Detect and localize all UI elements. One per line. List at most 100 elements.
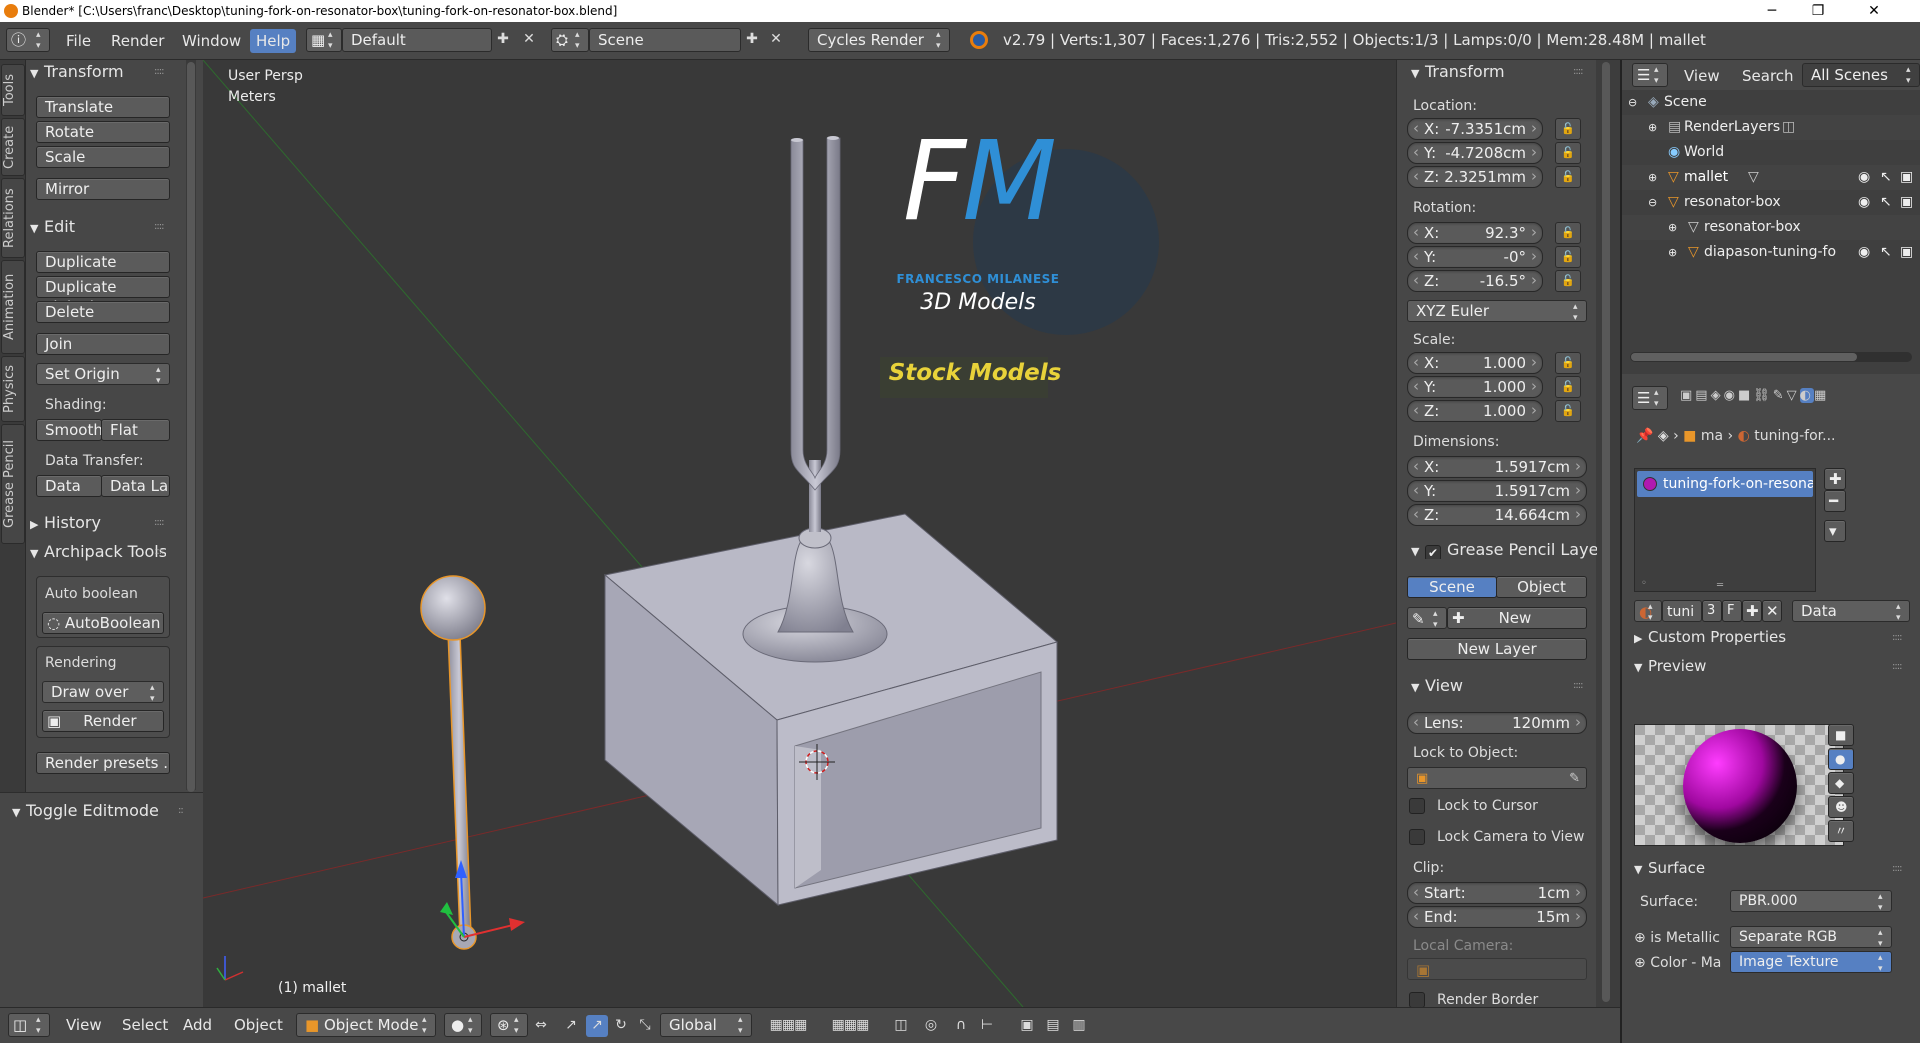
material-slot-specials-button[interactable]: ▾ [1824, 520, 1846, 542]
flat-shading-button[interactable]: Flat [101, 419, 170, 441]
visibility-eye-icon[interactable]: ◉ [1858, 165, 1870, 190]
gizmo-y-arrow[interactable] [440, 902, 453, 915]
outliner-search-menu[interactable]: Search [1736, 63, 1800, 89]
custom-properties-header[interactable]: ▶ Custom Properties [1634, 628, 1786, 646]
scene-field[interactable]: Scene [589, 28, 741, 52]
outliner-row-resonator-box[interactable]: ⊖ ▽ resonator-box ◉ ↖ ▣ [1622, 190, 1920, 215]
add-layout-icon[interactable]: ✚ [492, 29, 514, 51]
color-input-dropdown[interactable]: Image Texture [1730, 951, 1892, 975]
menu-view[interactable]: View [60, 1012, 108, 1038]
material-link-dropdown[interactable]: Data [1792, 600, 1910, 624]
gizmo-x-arrow[interactable] [509, 918, 525, 931]
render-border-checkbox[interactable] [1409, 992, 1425, 1008]
lens-field[interactable]: Lens:120mm [1407, 712, 1587, 734]
selectable-arrow-icon[interactable]: ↖ [1880, 240, 1892, 265]
tab-grease-pencil[interactable]: Grease Pencil [1, 424, 25, 544]
pivot-point-dropdown[interactable]: ⊛ [490, 1013, 528, 1037]
local-camera-field[interactable]: ▣ [1407, 958, 1587, 980]
render-presets-button[interactable]: Render presets ... [36, 752, 170, 774]
snap-icon[interactable]: ∩ [950, 1015, 972, 1037]
outliner-row-mallet[interactable]: ⊕ ▽ mallet ▽ ◉ ↖ ▣ [1622, 165, 1920, 190]
scale-z-field[interactable]: Z:1.000 [1407, 400, 1543, 422]
dimensions-x-field[interactable]: X:1.5917cm [1407, 456, 1587, 478]
clapper-icon[interactable]: ▥ [1068, 1015, 1090, 1037]
remove-layout-icon[interactable]: ✕ [518, 29, 540, 51]
rotation-x-field[interactable]: X:92.3° [1407, 222, 1543, 244]
menu-file[interactable]: File [60, 28, 97, 54]
lock-rotation-x-icon[interactable]: 🔓 [1555, 222, 1581, 244]
editor-type-3d-button[interactable]: ◫ [8, 1013, 50, 1037]
dimensions-z-field[interactable]: Z:14.664cm [1407, 504, 1587, 526]
expand-icon[interactable]: ⊕ [1668, 240, 1677, 265]
preview-header[interactable]: ▼ Preview [1634, 657, 1706, 675]
gp-new-button[interactable]: ✚ New [1447, 607, 1587, 629]
proportional-edit-icon[interactable]: ◎ [920, 1015, 942, 1037]
pin-icon[interactable]: 📌 [1636, 428, 1653, 444]
fork-prongs[interactable] [790, 137, 841, 491]
data-transfer-button[interactable]: Data [36, 475, 102, 497]
remove-scene-icon[interactable]: ✕ [765, 29, 787, 51]
panel-grip-icon[interactable]: :::: [1892, 661, 1903, 672]
surface-shader-dropdown[interactable]: PBR.000 [1730, 890, 1892, 914]
lock-scale-z-icon[interactable]: 🔓 [1555, 400, 1581, 422]
tab-relations[interactable]: Relations [1, 178, 25, 258]
fake-user-button[interactable]: F [1722, 600, 1742, 622]
list-grip-icon[interactable]: ═ [1717, 580, 1723, 591]
panel-grip-icon[interactable]: :::: [1892, 632, 1903, 643]
render-camera-icon[interactable]: ▣ [1900, 190, 1913, 215]
collapse-icon[interactable]: ⊖ [1628, 90, 1637, 115]
outliner-display-mode-dropdown[interactable]: All Scenes [1802, 63, 1920, 87]
material-browse-button[interactable]: ◐ [1634, 600, 1662, 624]
grease-pencil-layer-checkbox[interactable]: ✔ [1425, 545, 1441, 559]
panel-grip-icon[interactable]: :::: [1573, 680, 1584, 691]
menu-select[interactable]: Select [116, 1012, 174, 1038]
outliner-row-resonator-box-mesh[interactable]: ⊕ ▽ resonator-box [1622, 215, 1920, 240]
gp-scene-button[interactable]: Scene [1407, 576, 1497, 598]
location-x-field[interactable]: X:-7.3351cm [1407, 118, 1543, 140]
lock-to-cursor-checkbox[interactable] [1409, 798, 1425, 814]
location-z-field[interactable]: Z:2.3251mm [1407, 166, 1543, 188]
tab-tools[interactable]: Tools [1, 64, 25, 116]
render-camera-icon[interactable]: ▣ [1900, 165, 1913, 190]
outliner-row-scene[interactable]: ⊖ ◈ Scene [1622, 90, 1920, 115]
gp-new-layer-button[interactable]: New Layer [1407, 638, 1587, 660]
opengl-anim-icon[interactable]: ▤ [1042, 1015, 1064, 1037]
duplicate-button[interactable]: Duplicate [36, 251, 170, 273]
mallet-head[interactable] [420, 575, 486, 641]
layers-row-2-icon[interactable]: ▦▦▦ [822, 1015, 878, 1037]
render-camera-icon[interactable]: ▣ [1900, 240, 1913, 265]
material-slot-item[interactable]: tuning-fork-on-resonator-... [1637, 471, 1813, 497]
outliner-row-renderlayers[interactable]: ⊕ ▤ RenderLayers ◫ [1622, 115, 1920, 140]
layers-row-1-icon[interactable]: ▦▦▦ [760, 1015, 816, 1037]
rotation-z-field[interactable]: Z:-16.5° [1407, 270, 1543, 292]
data-layout-button[interactable]: Data La [101, 475, 170, 497]
expand-icon[interactable]: ⊕ [1668, 215, 1677, 240]
rotate-button[interactable]: Rotate [36, 121, 170, 143]
outliner-view-menu[interactable]: View [1678, 63, 1726, 89]
archipack-panel-header[interactable]: ▼ Archipack Tools [30, 542, 166, 561]
lock-location-x-icon[interactable]: 🔓 [1555, 118, 1581, 140]
preview-flat-button[interactable]: ■ [1828, 724, 1854, 746]
panel-grip-icon[interactable]: :::: [154, 221, 165, 232]
3d-viewport[interactable]: User Persp Meters (1) mallet FMFM FRANCE… [203, 60, 1396, 1007]
gp-object-button[interactable]: Object [1496, 576, 1587, 598]
scale-button[interactable]: Scale [36, 146, 170, 168]
expand-icon[interactable]: ⊕ [1648, 165, 1657, 190]
translate-manipulator-icon[interactable]: ↗ [586, 1015, 608, 1037]
lock-rotation-z-icon[interactable]: 🔓 [1555, 270, 1581, 292]
outliner-editor-type-button[interactable]: ☰ [1632, 63, 1668, 87]
lock-scale-x-icon[interactable]: 🔓 [1555, 352, 1581, 374]
preview-hair-button[interactable]: 〃 [1828, 820, 1854, 842]
view-panel-header[interactable]: ▼ View [1411, 676, 1463, 695]
render-button[interactable]: ▣ Render [42, 710, 164, 732]
toggle-editmode-header[interactable]: ▼ Toggle Editmode [12, 801, 159, 820]
surface-header[interactable]: ▼ Surface [1634, 859, 1705, 877]
render-engine-dropdown[interactable]: Cycles Render [808, 28, 950, 52]
is-metallic-input-dropdown[interactable]: Separate RGB [1730, 926, 1892, 950]
clip-start-field[interactable]: Start:1cm [1407, 882, 1587, 904]
scale-y-field[interactable]: Y:1.000 [1407, 376, 1543, 398]
lock-location-z-icon[interactable]: 🔓 [1555, 166, 1581, 188]
panel-grip-icon[interactable]: :::: [154, 546, 165, 557]
lock-layers-icon[interactable]: ◫ [890, 1015, 912, 1037]
delete-button[interactable]: Delete [36, 301, 170, 323]
